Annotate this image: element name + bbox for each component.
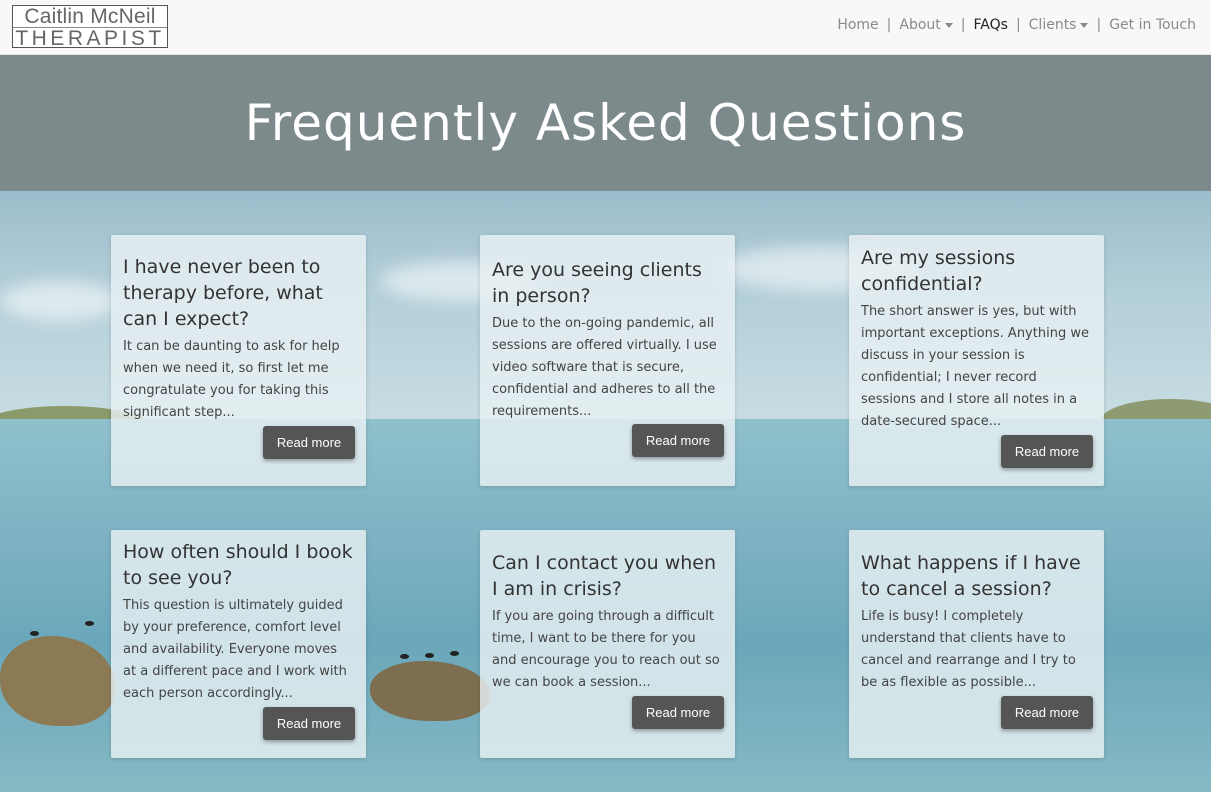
bird xyxy=(425,653,434,658)
nav-separator: | xyxy=(886,17,892,33)
read-more-button[interactable]: Read more xyxy=(1001,696,1093,729)
faq-question: Are my sessions confidential? xyxy=(861,247,1016,295)
nav-separator: | xyxy=(1096,17,1102,33)
faq-question: What happens if I have to cancel a sessi… xyxy=(861,552,1081,600)
read-more-button[interactable]: Read more xyxy=(263,426,355,459)
bird xyxy=(30,631,39,636)
bird xyxy=(85,621,94,626)
logo-subtitle: THERAPIST xyxy=(13,27,167,49)
nav-clients[interactable]: Clients xyxy=(1029,17,1089,33)
faq-question: I have never been to therapy before, wha… xyxy=(123,256,323,330)
read-more-button[interactable]: Read more xyxy=(632,424,724,457)
nav-get-in-touch[interactable]: Get in Touch xyxy=(1109,17,1196,33)
faq-excerpt: This question is ultimately guided by yo… xyxy=(123,598,347,701)
read-more-button[interactable]: Read more xyxy=(263,707,355,740)
page-title: Frequently Asked Questions xyxy=(244,94,967,152)
cloud xyxy=(0,281,120,321)
faq-card: How often should I book to see you? This… xyxy=(111,530,366,758)
faq-excerpt: If you are going through a difficult tim… xyxy=(492,609,720,690)
page-header: Frequently Asked Questions xyxy=(0,55,1211,191)
chevron-down-icon xyxy=(1080,22,1089,28)
faq-excerpt: It can be daunting to ask for help when … xyxy=(123,339,340,420)
nav-about[interactable]: About xyxy=(899,17,953,33)
chevron-down-icon xyxy=(944,22,953,28)
faq-card: I have never been to therapy before, wha… xyxy=(111,235,366,486)
faq-excerpt: The short answer is yes, but with import… xyxy=(861,304,1089,429)
nav-clients-label: Clients xyxy=(1028,17,1077,33)
main-nav: Home | About | FAQs | Clients | Get in T… xyxy=(837,17,1196,33)
faq-excerpt: Due to the on-going pandemic, all sessio… xyxy=(492,316,717,419)
nav-separator: | xyxy=(960,17,966,33)
faq-question: Are you seeing clients in person? xyxy=(492,259,702,307)
faq-question: How often should I book to see you? xyxy=(123,541,353,589)
bird xyxy=(450,651,459,656)
faq-card: Can I contact you when I am in crisis? I… xyxy=(480,530,735,758)
faq-card: Are my sessions confidential? The short … xyxy=(849,235,1104,486)
nav-separator: | xyxy=(1015,17,1021,33)
bird xyxy=(400,654,409,659)
nav-about-label: About xyxy=(899,17,941,33)
navbar: Caitlin McNeil THERAPIST Home | About | … xyxy=(0,0,1211,55)
faq-question: Can I contact you when I am in crisis? xyxy=(492,552,717,600)
faq-excerpt: Life is busy! I completely understand th… xyxy=(861,609,1076,690)
logo-name: Caitlin McNeil xyxy=(24,5,156,28)
faq-card: Are you seeing clients in person? Due to… xyxy=(480,235,735,486)
read-more-button[interactable]: Read more xyxy=(1001,435,1093,468)
nav-faqs[interactable]: FAQs xyxy=(974,17,1008,33)
faq-card: What happens if I have to cancel a sessi… xyxy=(849,530,1104,758)
read-more-button[interactable]: Read more xyxy=(632,696,724,729)
site-logo[interactable]: Caitlin McNeil THERAPIST xyxy=(12,5,168,49)
nav-home[interactable]: Home xyxy=(837,17,878,33)
